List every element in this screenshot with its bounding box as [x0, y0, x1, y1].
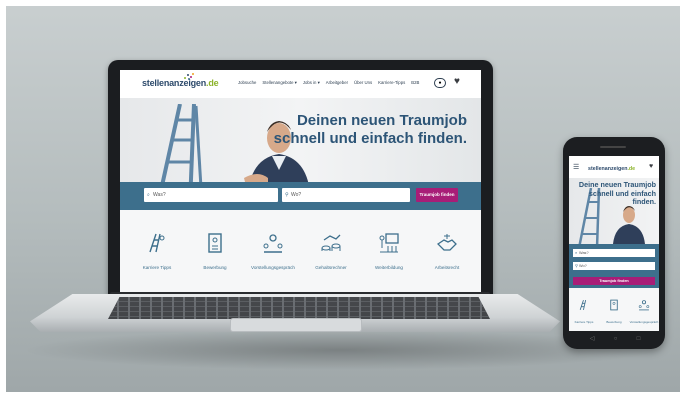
site-logo[interactable]: stellenanzeigen.de [142, 78, 219, 88]
category-bewerbung[interactable]: Bewerbung [190, 232, 240, 270]
logo-dots-icon [182, 73, 194, 81]
recents-icon[interactable]: □ [637, 335, 641, 343]
mobile-category-karriere-tipps[interactable]: Karriere Tipps [569, 298, 599, 324]
hamburger-menu-icon[interactable]: ☰ [573, 163, 579, 171]
application-document-icon [208, 233, 222, 253]
nav-item-ueber-uns[interactable]: Über Uns [354, 80, 372, 86]
handshake-law-icon [436, 234, 457, 251]
main-nav: Jobsuche Stellenangebote ▾ Jobs in ▾ Arb… [238, 80, 419, 86]
training-presentation-icon [379, 233, 399, 253]
nav-item-stellenangebote[interactable]: Stellenangebote ▾ [262, 80, 296, 86]
mobile-search-what-input[interactable]: ⌕ Was? [573, 249, 655, 257]
search-where-input[interactable]: ⚲ Wo? [282, 188, 410, 202]
mobile-application-document-icon [610, 299, 618, 311]
mobile-category-vorstellungsgespraech[interactable]: Vorstellungsgespräch [629, 298, 659, 324]
mobile-search-panel: ⌕ Was? ⚲ Wo? Traumjob finden [569, 244, 659, 288]
ladder-climber-icon [149, 233, 165, 253]
mobile-location-pin-icon: ⚲ [575, 263, 578, 268]
category-gehaltsrechner[interactable]: Gehaltsrechner [306, 232, 356, 270]
category-vorstellungsgespraech[interactable]: Vorstellungsgespräch [248, 232, 298, 270]
phone-nav-buttons: ◁ ○ □ [580, 335, 650, 343]
mobile-header: ☰ stellenanzeigen.de ♥ [569, 156, 659, 178]
ladder-image [158, 104, 203, 192]
category-karriere-tipps[interactable]: Karriere Tipps [132, 232, 182, 270]
user-account-icon[interactable]: ● [434, 78, 446, 88]
hero-banner: Deinen neuen Traumjob schnell und einfac… [120, 98, 481, 192]
mobile-search-where-input[interactable]: ⚲ Wo? [573, 262, 655, 270]
phone-speaker [600, 146, 626, 148]
mobile-interview-meeting-icon [638, 300, 650, 311]
back-icon[interactable]: ◁ [590, 335, 595, 343]
laptop-screen: stellenanzeigen.de Jobsuche Stellenangeb… [120, 70, 481, 294]
hero-headline: Deinen neuen Traumjob schnell und einfac… [273, 112, 467, 147]
mobile-hero-headline: Deine neuen Traumjob schnell und einfach… [578, 180, 656, 206]
mobile-businessman-photo [613, 206, 645, 244]
search-what-input[interactable]: ⌕ Was? [144, 188, 278, 202]
laptop-trackpad [230, 318, 362, 332]
nav-item-arbeitgeber[interactable]: Arbeitgeber [326, 80, 348, 86]
location-pin-icon: ⚲ [285, 192, 289, 198]
interview-meeting-icon [263, 234, 283, 253]
search-icon: ⌕ [147, 192, 150, 198]
nav-item-b2b[interactable]: B2B [411, 80, 419, 86]
category-strip: Karriere Tipps Bewerbung Vorstellungsges… [120, 210, 481, 294]
mobile-category-strip: Karriere Tipps Bewerbung Vorstellungsges… [569, 288, 659, 331]
salary-coins-icon [321, 234, 341, 251]
mobile-find-job-button[interactable]: Traumjob finden [573, 277, 655, 285]
mobile-ladder-climber-icon [579, 299, 587, 311]
mobile-heart-icon[interactable]: ♥ [649, 163, 653, 170]
find-job-button[interactable]: Traumjob finden [416, 188, 458, 202]
nav-item-karriere-tipps[interactable]: Karriere-Tipps [378, 80, 405, 86]
home-icon[interactable]: ○ [614, 335, 618, 343]
category-weiterbildung[interactable]: Weiterbildung [364, 232, 414, 270]
mobile-hero: Deine neuen Traumjob schnell und einfach… [569, 178, 659, 244]
mobile-category-bewerbung[interactable]: Bewerbung [599, 298, 629, 324]
category-arbeitsrecht[interactable]: Arbeitsrecht [422, 232, 472, 270]
keyboard-rows [108, 297, 490, 319]
nav-item-jobs-in[interactable]: Jobs in ▾ [303, 80, 320, 86]
phone-screen: ☰ stellenanzeigen.de ♥ Deine neuen Traum… [569, 156, 659, 331]
search-bar: ⌕ Was? ⚲ Wo? Traumjob finden [120, 182, 481, 210]
mobile-search-icon: ⌕ [575, 250, 578, 255]
nav-item-jobsuche[interactable]: Jobsuche [238, 80, 256, 86]
mobile-site-logo[interactable]: stellenanzeigen.de [588, 166, 635, 172]
site-header: stellenanzeigen.de Jobsuche Stellenangeb… [120, 70, 481, 98]
heart-icon[interactable]: ♥ [454, 76, 460, 87]
